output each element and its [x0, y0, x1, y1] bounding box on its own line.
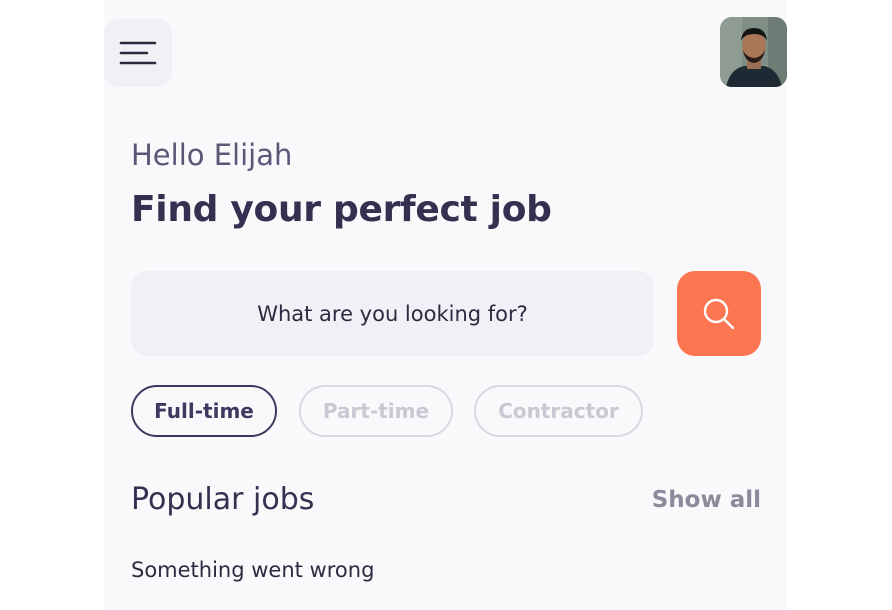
show-all-link[interactable]: Show all [652, 487, 761, 513]
greeting-text: Hello Elijah [131, 138, 293, 172]
search-input[interactable] [131, 300, 654, 327]
filter-chip-contractor[interactable]: Contractor [474, 385, 643, 437]
filter-chip-part-time[interactable]: Part-time [299, 385, 453, 437]
user-avatar[interactable] [720, 17, 787, 87]
filter-chip-full-time[interactable]: Full-time [131, 385, 277, 437]
page-title: Find your perfect job [131, 189, 552, 230]
search-icon [703, 298, 735, 329]
menu-button[interactable] [104, 19, 172, 87]
menu-icon [119, 41, 157, 65]
search-field[interactable] [131, 271, 654, 356]
app-container: Hello Elijah Find your perfect job Full-… [104, 0, 787, 610]
popular-jobs-title: Popular jobs [131, 482, 315, 517]
search-button[interactable] [677, 271, 761, 356]
error-message: Something went wrong [131, 558, 375, 582]
